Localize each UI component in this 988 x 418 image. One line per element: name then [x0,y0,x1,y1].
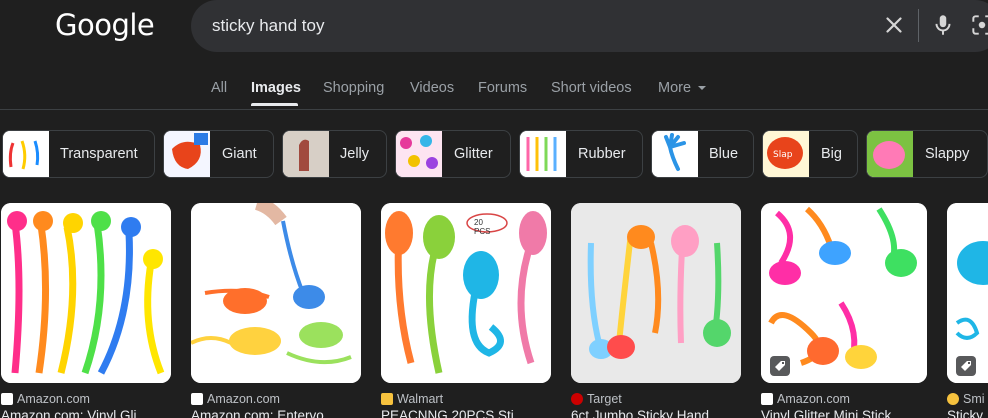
chevron-down-icon [698,86,706,90]
result-image[interactable] [1,203,171,383]
result-title[interactable]: Sticky [947,408,983,418]
result-title[interactable]: Amazon.com: Vinyl Gli... [1,408,148,418]
pack-count-badge: 20 PCS [474,218,491,236]
search-tabs: All Images Shopping Videos Forums Short … [0,80,988,110]
smile-favicon [947,393,959,405]
clear-icon[interactable] [881,12,907,38]
tabs-divider [0,109,988,110]
chip-label: Big [821,146,842,162]
tab-images[interactable]: Images [251,80,301,96]
chip-slappy[interactable]: Slappy [866,130,988,178]
chip-thumbnail [652,131,698,177]
result-source[interactable]: Target [571,392,622,406]
chip-thumbnail [3,131,49,177]
price-tag-icon [770,356,790,376]
chip-thumbnail [396,131,442,177]
search-input[interactable]: sticky hand toy [212,16,324,36]
chip-big[interactable]: Slap Big [762,130,858,178]
google-logo[interactable]: Google [55,8,155,42]
walmart-favicon [381,393,393,405]
tab-more[interactable]: More [658,80,691,96]
amazon-favicon [1,393,13,405]
chip-blue[interactable]: Blue [651,130,754,178]
tab-forums[interactable]: Forums [478,80,527,96]
chip-rubber[interactable]: Rubber [519,130,643,178]
target-favicon [571,393,583,405]
chip-thumbnail [867,131,913,177]
search-bar[interactable]: sticky hand toy [191,0,988,52]
chip-label: Glitter [454,146,493,162]
result-source[interactable]: Smi [947,392,985,406]
chip-transparent[interactable]: Transparent [2,130,155,178]
chip-label: Rubber [578,146,626,162]
chip-giant[interactable]: Giant [163,130,274,178]
chip-thumbnail [520,131,566,177]
tab-all[interactable]: All [211,80,227,96]
result-source[interactable]: Amazon.com [191,392,280,406]
result-image[interactable] [571,203,741,383]
chip-glitter[interactable]: Glitter [395,130,511,178]
tab-videos[interactable]: Videos [410,80,454,96]
result-title[interactable]: 6ct Jumbo Sticky Hand... [571,408,720,418]
chip-thumbnail [164,131,210,177]
result-source[interactable]: Amazon.com [1,392,90,406]
tab-shopping[interactable]: Shopping [323,80,384,96]
chip-jelly[interactable]: Jelly [282,130,387,178]
result-title[interactable]: Amazon.com: Entervo... [191,408,335,418]
result-image[interactable] [191,203,361,383]
result-image[interactable] [381,203,551,383]
chip-thumbnail: Slap [763,131,809,177]
price-tag-icon [956,356,976,376]
chip-label: Transparent [60,146,138,162]
svg-text:Slap: Slap [773,150,793,160]
amazon-favicon [761,393,773,405]
microphone-icon[interactable] [930,12,956,38]
search-divider [918,9,919,42]
active-tab-indicator [251,103,298,106]
amazon-favicon [191,393,203,405]
result-source[interactable]: Walmart [381,392,443,406]
chip-label: Giant [222,146,257,162]
result-source[interactable]: Amazon.com [761,392,850,406]
chip-label: Jelly [340,146,370,162]
chip-thumbnail [283,131,329,177]
result-title[interactable]: PEACNNG 20PCS Sti... [381,408,525,418]
chip-label: Blue [709,146,739,162]
tab-short-videos[interactable]: Short videos [551,80,632,96]
lens-icon[interactable] [969,12,988,38]
chip-label: Slappy [925,146,970,162]
result-title[interactable]: Vinyl Glitter Mini Stick... [761,408,903,418]
